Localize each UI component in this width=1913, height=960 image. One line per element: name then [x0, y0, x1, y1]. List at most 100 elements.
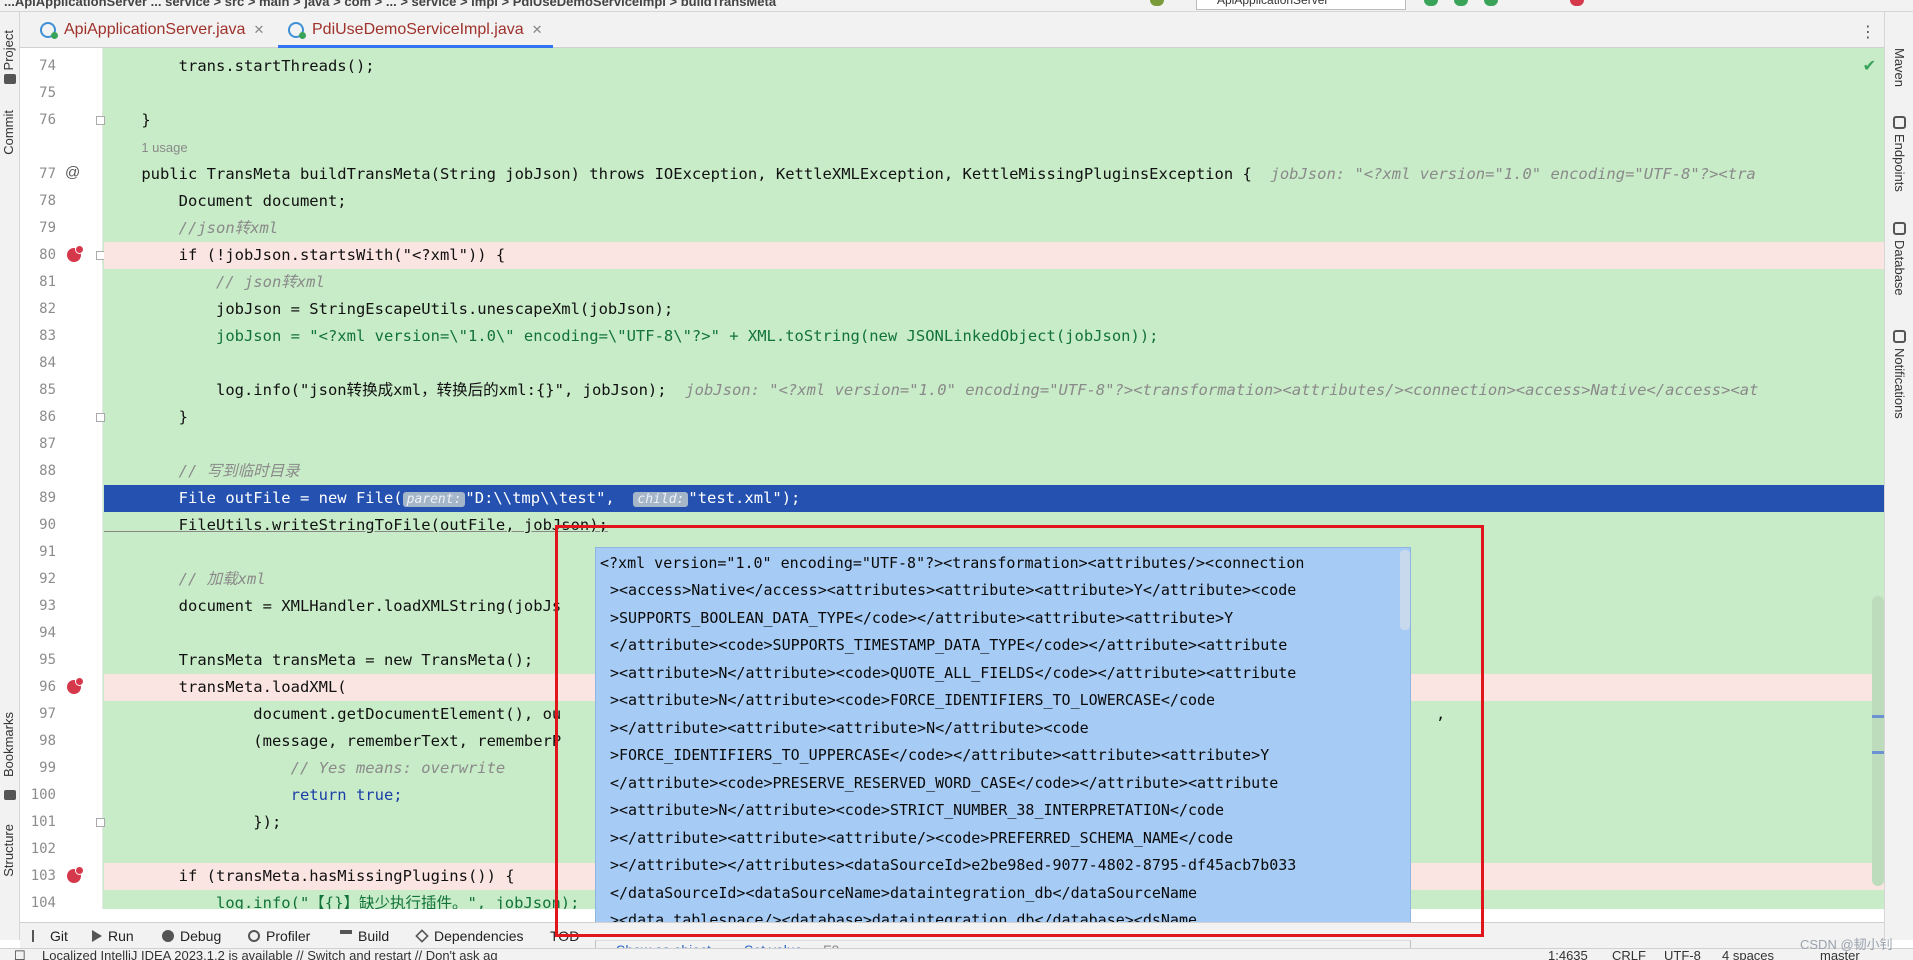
- code-text: });: [104, 813, 282, 831]
- usage-hint[interactable]: 1 usage: [104, 134, 1884, 161]
- tool-dependencies[interactable]: Dependencies: [415, 928, 524, 944]
- debug-inline-value[interactable]: jobJson: "<?xml version="1.0" encoding="…: [685, 381, 1758, 399]
- line-number: 77: [39, 166, 56, 182]
- line-number: 82: [39, 301, 56, 317]
- tooltip-scrollbar[interactable]: [1400, 550, 1410, 630]
- profiler-icon: [248, 930, 260, 942]
- file-encoding[interactable]: UTF-8: [1664, 949, 1701, 960]
- endpoints-tool-button[interactable]: Endpoints: [1892, 134, 1907, 192]
- tooltip-text: ><attribute>N</attribute><code>QUOTE_ALL…: [610, 664, 1297, 682]
- code-text: // 写到临时目录: [104, 462, 300, 480]
- notifications-tool-button[interactable]: Notifications: [1892, 348, 1907, 419]
- usages-link[interactable]: 1 usage: [141, 140, 187, 155]
- code-comment[interactable]: // 写到临时目录: [104, 458, 1884, 485]
- line-number: 81: [39, 274, 56, 290]
- code-line[interactable]: Document document;: [104, 188, 1884, 215]
- indent-setting[interactable]: 4 spaces: [1722, 949, 1774, 960]
- tooltip-line: ></attribute><attribute><attribute/><cod…: [610, 825, 1410, 852]
- commit-tool-button[interactable]: Commit: [1, 110, 16, 155]
- breakpoint-icon[interactable]: [67, 866, 84, 883]
- tooltip-line: </attribute><code>SUPPORTS_TIMESTAMP_DAT…: [610, 632, 1410, 659]
- tooltip-text: ><access>Native</access><attributes><att…: [610, 581, 1297, 599]
- breakpoint-icon[interactable]: [67, 245, 84, 262]
- code-text: document.getDocumentElement(), ou: [104, 705, 562, 723]
- line-number: 93: [39, 598, 56, 614]
- tool-debug[interactable]: Debug: [162, 928, 221, 944]
- tooltip-line: ></attribute><attribute><attribute>N</at…: [610, 715, 1410, 742]
- folder-icon: [4, 74, 16, 84]
- line-number: 95: [39, 652, 56, 668]
- close-icon[interactable]: ✕: [253, 22, 264, 38]
- code-comment[interactable]: //json转xml: [104, 215, 1884, 242]
- line-number: 94: [39, 625, 56, 641]
- code-line[interactable]: jobJson = "<?xml version=\"1.0\" encodin…: [104, 323, 1884, 350]
- more-tabs-icon[interactable]: ⋮: [1860, 22, 1876, 41]
- line-separator[interactable]: CRLF: [1612, 949, 1646, 960]
- code-line[interactable]: trans.startThreads();: [104, 53, 1884, 80]
- editor-scrollbar[interactable]: [1872, 596, 1884, 886]
- code-line[interactable]: }: [104, 107, 1884, 134]
- tab-apiapplicationserver[interactable]: ApiApplicationServer.java ✕: [30, 12, 274, 47]
- editor-gutter[interactable]: 74 75 76 77 @ 78 79 80 81 82 83 84 85 86…: [20, 48, 105, 909]
- code-comment[interactable]: // json转xml: [104, 269, 1884, 296]
- code-line[interactable]: public TransMeta buildTransMeta(String j…: [104, 161, 1884, 188]
- hammer-icon: [340, 930, 352, 942]
- current-execution-line[interactable]: File outFile = new File(parent: "D:\\tmp\…: [104, 485, 1884, 512]
- tooltip-text: ><attribute>N</attribute><code>FORCE_IDE…: [610, 691, 1216, 709]
- run-icon[interactable]: [1424, 0, 1438, 6]
- debug-inline-value[interactable]: jobJson: "<?xml version="1.0" encoding="…: [1270, 165, 1755, 183]
- tooltip-text: <?xml version="1.0" encoding="UTF-8"?><t…: [600, 554, 1305, 572]
- tool-build[interactable]: Build: [340, 928, 389, 944]
- annotation-at-icon[interactable]: @: [65, 164, 80, 181]
- code-text: Document document;: [104, 192, 347, 210]
- tooltip-line: ><access>Native</access><attributes><att…: [610, 577, 1410, 604]
- code-line[interactable]: jobJson = StringEscapeUtils.unescapeXml(…: [104, 296, 1884, 323]
- line-number: 86: [39, 409, 56, 425]
- scrollbar-marker[interactable]: [1872, 715, 1884, 718]
- caret-position[interactable]: 1:4635: [1548, 949, 1588, 960]
- tool-todo[interactable]: TOD: [550, 928, 579, 944]
- code-line[interactable]: }: [104, 404, 1884, 431]
- line-number: 101: [30, 814, 56, 830]
- tool-git[interactable]: Git: [32, 928, 68, 944]
- line-number: 98: [39, 733, 56, 749]
- code-line[interactable]: FileUtils.writeStringToFile(outFile, job…: [104, 512, 1884, 539]
- database-tool-button[interactable]: Database: [1892, 240, 1907, 296]
- code-text: jobJson = StringEscapeUtils.unescapeXml(…: [104, 300, 674, 318]
- bookmarks-tool-button[interactable]: Bookmarks: [1, 712, 16, 777]
- parameter-hint: parent:: [402, 492, 466, 507]
- structure-tool-button[interactable]: Structure: [1, 824, 16, 877]
- breadcrumb[interactable]: ...ApiApplicationServer ... service > sr…: [4, 0, 776, 9]
- stop-icon[interactable]: [1570, 0, 1584, 6]
- debug-icon[interactable]: [1454, 0, 1468, 6]
- tooltip-line: </attribute><code>PRESERVE_RESERVED_WORD…: [610, 770, 1410, 797]
- maven-tool-button[interactable]: Maven: [1892, 48, 1907, 87]
- status-message[interactable]: Localized IntelliJ IDEA 2023.1.2 is avai…: [42, 949, 498, 960]
- back-icon[interactable]: [1150, 0, 1164, 6]
- run-configuration-select[interactable]: ApiApplicationServer: [1196, 0, 1406, 10]
- bookmark-icon: [4, 790, 16, 800]
- line-number: 87: [39, 436, 56, 452]
- tooltip-text: ></attribute><attribute><attribute/><cod…: [610, 829, 1234, 847]
- close-icon[interactable]: ✕: [532, 22, 543, 38]
- code-line[interactable]: log.info("json转换成xml，转换后的xml:{}", jobJso…: [104, 377, 1884, 404]
- tool-label: Build: [358, 928, 390, 944]
- navigation-bar: ...ApiApplicationServer ... service > sr…: [0, 0, 1913, 12]
- debug-value-tooltip[interactable]: <?xml version="1.0" encoding="UTF-8"?><t…: [595, 547, 1411, 960]
- code-text: document = XMLHandler.loadXMLString(jobJ…: [104, 597, 562, 615]
- breakpoint-line[interactable]: if (!jobJson.startsWith("<?xml")) {: [104, 242, 1884, 269]
- tool-run[interactable]: Run: [92, 928, 134, 944]
- line-number: 85: [39, 382, 56, 398]
- no-problems-check-icon[interactable]: ✔: [1863, 56, 1876, 75]
- coverage-icon[interactable]: [1484, 0, 1498, 6]
- project-tool-button[interactable]: Project: [1, 30, 16, 70]
- line-number: 92: [39, 571, 56, 587]
- status-checkbox-icon[interactable]: ☐: [14, 949, 26, 960]
- tab-pdiusedemoserviceimpl[interactable]: PdiUseDemoServiceImpl.java ✕: [278, 12, 553, 48]
- line-number: 89: [39, 490, 56, 506]
- scrollbar-marker[interactable]: [1872, 751, 1884, 754]
- bug-icon: [162, 930, 174, 942]
- breakpoint-icon[interactable]: [67, 677, 84, 694]
- tooltip-text: >FORCE_IDENTIFIERS_TO_UPPERCASE</code></…: [610, 746, 1270, 764]
- tool-profiler[interactable]: Profiler: [248, 928, 310, 944]
